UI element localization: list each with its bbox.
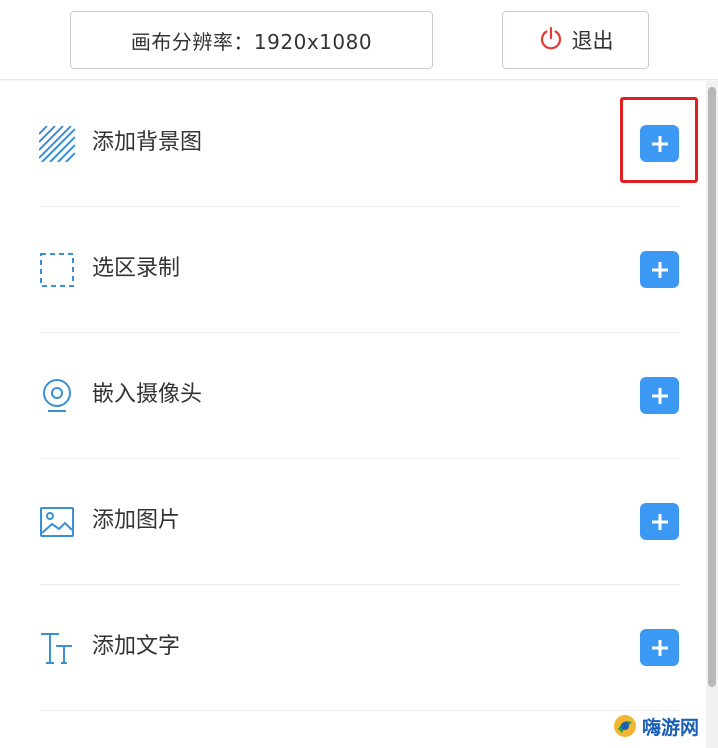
list-item-label: 添加图片 (92, 508, 181, 533)
text-icon (38, 629, 76, 667)
watermark-text: 嗨游网 (642, 716, 700, 739)
list-item-add-image: 添加图片 (0, 459, 706, 585)
list-item-label: 选区录制 (92, 256, 181, 281)
plus-icon (651, 387, 668, 404)
power-icon (538, 25, 564, 56)
add-text-button[interactable] (640, 629, 679, 666)
canvas-resolution-label: 画布分辨率：1920x1080 (130, 29, 373, 54)
add-region-recording-button[interactable] (640, 251, 679, 288)
top-toolbar: 画布分辨率：1920x1080 退出 (0, 0, 718, 80)
site-logo-icon (614, 715, 636, 737)
add-camera-button[interactable] (640, 377, 679, 414)
plus-icon (651, 135, 668, 152)
plus-icon (651, 261, 668, 278)
canvas-resolution-display: 画布分辨率：1920x1080 (70, 11, 433, 69)
scrollbar-thumb[interactable] (708, 87, 716, 687)
add-background-button[interactable] (640, 125, 679, 162)
watermark: 嗨游网 (612, 708, 716, 744)
list-item-embed-camera: 嵌入摄像头 (0, 333, 706, 459)
source-list-panel: 添加背景图 选区录制 嵌入摄像头 添加图片 添加文字 (0, 81, 706, 748)
list-item-label: 添加文字 (92, 634, 181, 659)
webcam-icon (38, 377, 76, 415)
hatch-pattern-icon (38, 125, 76, 163)
list-item-region-recording: 选区录制 (0, 207, 706, 333)
list-item-label: 添加背景图 (92, 130, 203, 155)
exit-button[interactable]: 退出 (502, 11, 649, 69)
list-item-add-text: 添加文字 (0, 585, 706, 711)
list-item-label: 嵌入摄像头 (92, 382, 203, 407)
image-icon (38, 503, 76, 541)
dashed-selection-icon (38, 251, 76, 289)
exit-label: 退出 (571, 29, 614, 53)
add-image-button[interactable] (640, 503, 679, 540)
vertical-scrollbar[interactable] (706, 81, 718, 748)
list-item-add-background: 添加背景图 (0, 81, 706, 207)
plus-icon (651, 513, 668, 530)
divider (40, 710, 680, 711)
plus-icon (651, 639, 668, 656)
